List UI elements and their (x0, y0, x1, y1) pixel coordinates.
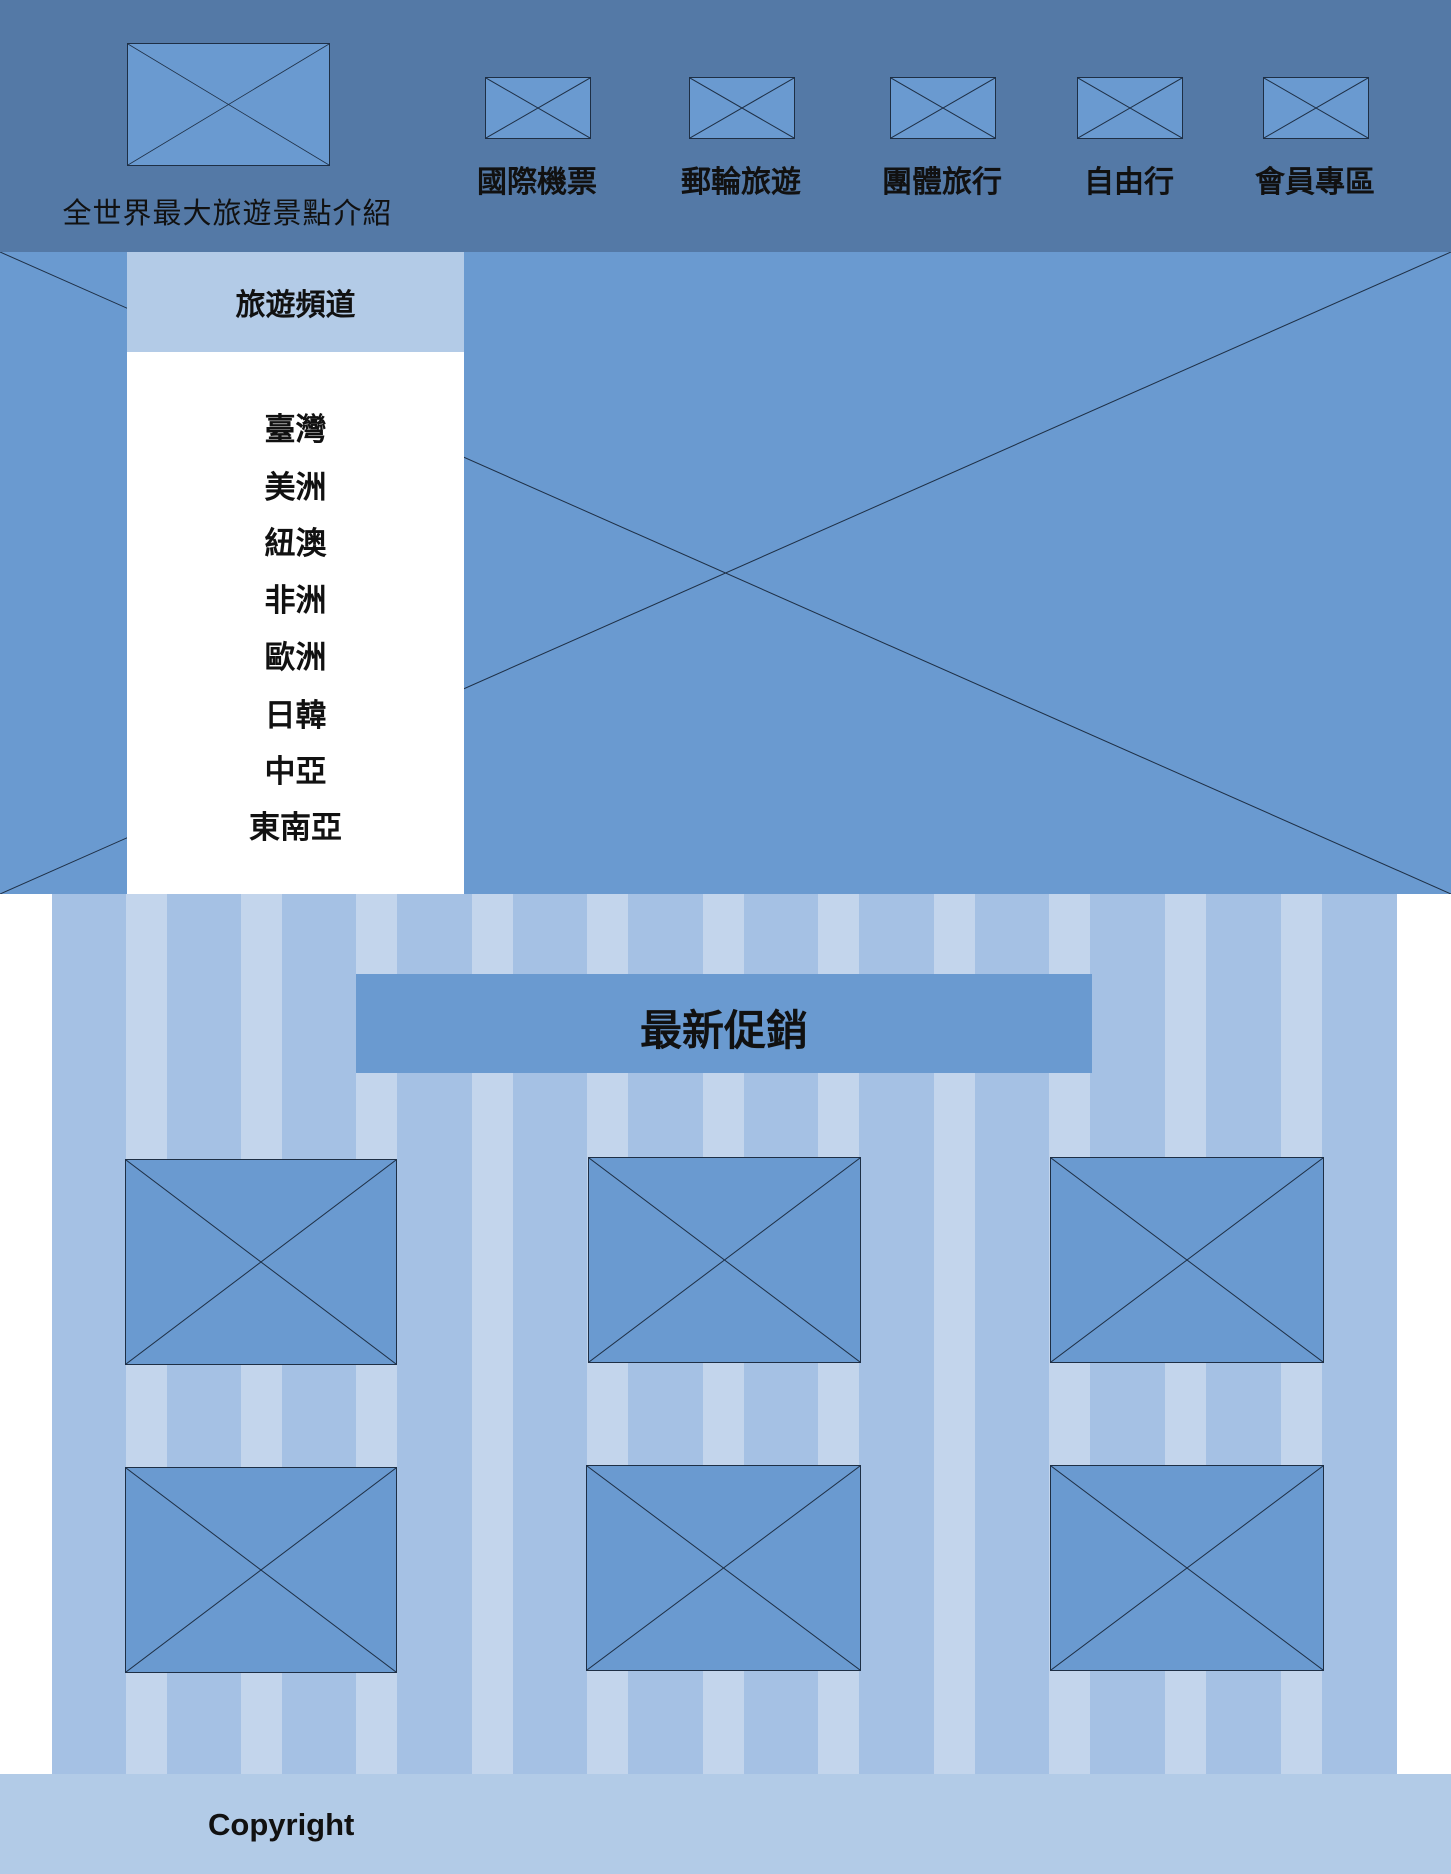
nav-item-cruise[interactable]: 郵輪旅遊 (656, 77, 826, 207)
region-americas[interactable]: 美洲 (127, 462, 464, 512)
flights-icon-placeholder (485, 77, 591, 139)
promo-card-image[interactable] (1050, 1465, 1324, 1671)
nav-label: 國際機票 (477, 165, 597, 200)
region-central-asia[interactable]: 中亞 (127, 746, 464, 796)
region-japan-korea[interactable]: 日韓 (127, 690, 464, 740)
nav-item-free-travel[interactable]: 自由行 (1044, 77, 1214, 207)
site-footer: Copyright (0, 1774, 1451, 1874)
cruise-icon-placeholder (689, 77, 795, 139)
region-southeast-asia[interactable]: 東南亞 (127, 802, 464, 852)
site-header: 全世界最大旅遊景點介紹 國際機票 郵輪旅遊 團體旅行 自由行 會員專區 (0, 0, 1451, 252)
nav-label: 團體旅行 (882, 165, 1002, 200)
promo-heading-banner: 最新促銷 (356, 974, 1092, 1073)
region-africa[interactable]: 非洲 (127, 575, 464, 625)
promo-card-image[interactable] (586, 1465, 861, 1671)
nav-item-members[interactable]: 會員專區 (1230, 77, 1400, 207)
site-tagline: 全世界最大旅遊景點介紹 (62, 196, 393, 230)
nav-item-flights[interactable]: 國際機票 (452, 77, 622, 207)
nav-item-group-tour[interactable]: 團體旅行 (857, 77, 1027, 207)
nav-label: 會員專區 (1255, 165, 1375, 200)
region-oceania[interactable]: 紐澳 (127, 518, 464, 568)
channel-header: 旅遊頻道 (127, 252, 464, 352)
nav-label: 郵輪旅遊 (681, 165, 801, 200)
promo-card-image[interactable] (1050, 1157, 1324, 1363)
channel-title: 旅遊頻道 (235, 288, 356, 323)
region-taiwan[interactable]: 臺灣 (127, 404, 464, 454)
nav-label: 自由行 (1084, 165, 1174, 200)
site-logo-image[interactable] (127, 43, 330, 166)
promo-card-image[interactable] (588, 1157, 861, 1363)
promo-card-image[interactable] (125, 1467, 397, 1673)
region-europe[interactable]: 歐洲 (127, 632, 464, 682)
copyright-text: Copyright (208, 1807, 355, 1842)
promo-title: 最新促銷 (639, 1006, 808, 1055)
group-tour-icon-placeholder (890, 77, 996, 139)
free-travel-icon-placeholder (1077, 77, 1183, 139)
members-icon-placeholder (1263, 77, 1369, 139)
travel-channel-menu: 旅遊頻道 臺灣 美洲 紐澳 非洲 歐洲 日韓 中亞 東南亞 (127, 252, 464, 894)
promo-card-image[interactable] (125, 1159, 397, 1365)
